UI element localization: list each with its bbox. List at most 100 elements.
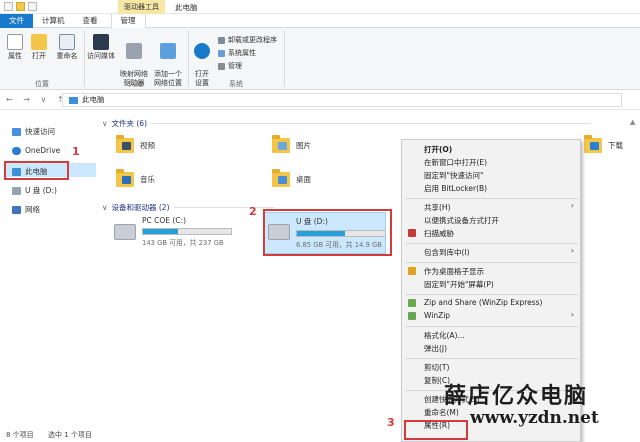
network-location-icon [160, 43, 176, 59]
drives-header-label: 设备和驱动器 (2) [111, 203, 170, 212]
uninstall-programs-item[interactable]: 卸载或更改程序 [218, 35, 277, 45]
watermark-url: www.yzdn.net [470, 408, 599, 428]
submenu-arrow-icon: › [570, 310, 574, 319]
location-group-label: 位置 [35, 80, 49, 88]
address-bar-row: ← → ∨ ↑ 此电脑 [0, 90, 640, 110]
folder-name: 图片 [296, 141, 311, 150]
ribbon: 属性 打开 重命名 位置 访问媒体 映射网络 驱动器 添加一个 网络位置 网络 … [0, 28, 640, 90]
folder-item[interactable]: 图片 [272, 135, 311, 153]
star-icon [12, 127, 21, 136]
sidebar-item-quick-access[interactable]: 快速访问 [12, 126, 55, 137]
menu-separator [406, 358, 578, 359]
system-properties-label: 系统属性 [228, 49, 256, 57]
drive-item-c[interactable]: PC COE (C:) 143 GB 可用，共 237 GB [114, 216, 232, 247]
ribbon-divider [188, 31, 189, 87]
access-media-label: 访问媒体 [87, 52, 115, 60]
context-menu-item[interactable]: 在新窗口中打开(E) [424, 157, 487, 168]
open-button[interactable]: 打开 [30, 34, 48, 61]
annotation-box-usb-drive [263, 209, 392, 256]
fences-icon [408, 267, 416, 275]
video-folder-icon [116, 135, 134, 153]
sidebar-item-network[interactable]: 网络 [12, 204, 40, 215]
menu-separator [406, 326, 578, 327]
scroll-up-arrow[interactable]: ▲ [630, 118, 635, 126]
tab-manage[interactable]: 管理 [110, 14, 146, 28]
manage-item[interactable]: 管理 [218, 61, 242, 71]
menu-separator [406, 243, 578, 244]
context-menu-item[interactable]: 固定到"快速访问" [424, 170, 483, 181]
context-menu-item[interactable]: Zip and Share (WinZip Express) [424, 298, 542, 307]
properties-quick-icon[interactable] [4, 2, 13, 11]
tab-computer[interactable]: 计算机 [33, 14, 74, 28]
windows-drive-icon [114, 224, 136, 240]
manage-icon [218, 62, 225, 70]
pictures-folder-icon [272, 135, 290, 153]
rename-button[interactable]: 重命名 [54, 34, 80, 61]
context-menu-item[interactable]: 打开(O) [424, 144, 452, 155]
context-menu-item[interactable]: 以便携式设备方式打开 [424, 215, 499, 226]
context-menu-item[interactable]: 包含到库中(I) [424, 247, 470, 258]
properties-button[interactable]: 属性 [6, 34, 24, 61]
system-group-label: 系统 [229, 80, 243, 88]
rename-button-label: 重命名 [56, 52, 78, 60]
uninstall-programs-label: 卸载或更改程序 [228, 36, 277, 44]
open-button-label: 打开 [32, 52, 46, 60]
tab-view[interactable]: 查看 [74, 14, 107, 28]
context-menu-item[interactable]: 共享(H) [424, 202, 451, 213]
folder-name: 音乐 [140, 175, 155, 184]
sidebar-item-label: 快速访问 [25, 127, 55, 136]
music-folder-icon [116, 169, 134, 187]
defender-icon [408, 229, 416, 237]
download-folder-icon [584, 135, 602, 153]
usb-drive-icon [12, 186, 21, 195]
folder-item[interactable]: 桌面 [272, 169, 311, 187]
context-menu-item[interactable]: WinZip [424, 311, 450, 320]
gear-icon [194, 43, 210, 59]
navigation-arrows[interactable]: ← → ∨ ↑ [6, 95, 68, 104]
customize-quick-icon[interactable] [28, 2, 37, 11]
context-menu-item[interactable]: 作为桌面格子显示 [424, 266, 484, 277]
folders-section-header[interactable]: ∨ 文件夹 (6) [102, 118, 592, 129]
ribbon-divider [284, 31, 285, 87]
properties-check-icon [7, 34, 23, 50]
network-icon [12, 205, 21, 214]
menu-separator [406, 198, 578, 199]
title-bar: 驱动器工具 此电脑 [0, 0, 640, 14]
programs-icon [218, 36, 225, 44]
section-divider [151, 123, 592, 124]
submenu-arrow-icon: › [570, 201, 574, 210]
folder-item[interactable]: 下载 [584, 135, 623, 153]
folder-item[interactable]: 视频 [116, 135, 155, 153]
menu-separator [406, 262, 578, 263]
annotation-number-1: 1 [72, 145, 80, 158]
context-menu-item[interactable]: 弹出(J) [424, 343, 447, 354]
address-bar[interactable]: 此电脑 [62, 93, 622, 107]
system-properties-item[interactable]: 系统属性 [218, 48, 256, 58]
winzip-icon [408, 312, 416, 320]
winzip-icon [408, 299, 416, 307]
drive-space-text: 143 GB 可用，共 237 GB [142, 239, 224, 247]
tab-file[interactable]: 文件 [0, 14, 33, 28]
drives-section-header[interactable]: ∨ 设备和驱动器 (2) [102, 202, 274, 213]
context-menu-item[interactable]: 固定到"开始"屏幕(P) [424, 279, 494, 290]
network-group-label: 网络 [129, 80, 143, 88]
manage-label: 管理 [228, 62, 242, 70]
sidebar-item-onedrive[interactable]: OneDrive [12, 146, 60, 155]
sidebar-item-label: U 盘 (D:) [25, 186, 57, 195]
folder-name: 桌面 [296, 175, 311, 184]
annotation-number-2: 2 [249, 205, 257, 218]
sidebar-item-usb-drive[interactable]: U 盘 (D:) [12, 185, 57, 196]
section-divider [173, 207, 274, 208]
context-menu-item[interactable]: 启用 BitLocker(B) [424, 183, 487, 194]
folders-header-label: 文件夹 (6) [111, 119, 148, 128]
system-properties-icon [218, 49, 225, 57]
new-folder-quick-icon[interactable] [16, 2, 25, 11]
access-media-button[interactable]: 访问媒体 [87, 34, 115, 61]
context-menu-item[interactable]: 格式化(A)... [424, 330, 465, 341]
quick-access-toolbar[interactable] [4, 2, 37, 11]
menu-separator [406, 294, 578, 295]
ribbon-divider [84, 31, 85, 87]
folder-item[interactable]: 音乐 [116, 169, 155, 187]
context-menu-item[interactable]: 剪切(T) [424, 362, 449, 373]
context-menu-item[interactable]: 扫描威胁 [424, 228, 454, 239]
